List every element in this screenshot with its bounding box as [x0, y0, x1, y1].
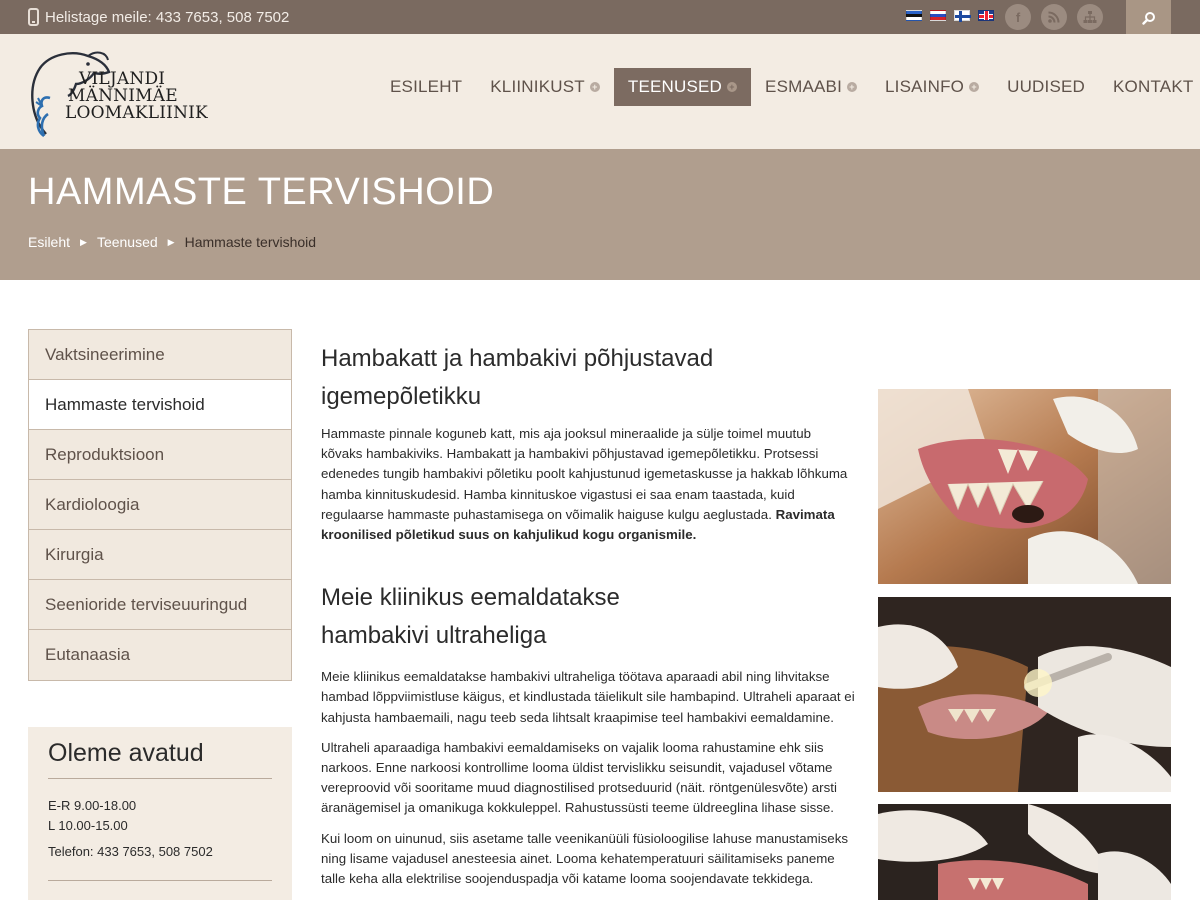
article-paragraph-1: Hammaste pinnale koguneb katt, mis aja j… — [321, 424, 856, 545]
main-navigation: ESILEHT KLIINIKUST + TEENUSED + ESMAABI + L… — [376, 68, 1200, 106]
nav-item-lisainfo[interactable]: LISAINFO + — [871, 68, 993, 106]
nav-item-uudised[interactable]: UUDISED — [993, 68, 1099, 106]
social-links: f — [1005, 4, 1103, 30]
paragraph-1-text: Hammaste pinnale koguneb katt, mis aja j… — [321, 426, 848, 522]
ultrasonic-cleaning-photo — [878, 597, 1171, 792]
nav-item-teenused[interactable]: TEENUSED + — [613, 68, 752, 106]
clinic-logo[interactable]: VILJANDI MÄNNIMÄE LOOMAKLIINIK — [26, 46, 208, 141]
opening-hours-title: Oleme avatud — [48, 739, 272, 779]
breadcrumb-arrow-icon: ▶ — [167, 236, 175, 247]
side-item-eutanaasia[interactable]: Eutanaasia — [29, 630, 291, 680]
nav-label: UUDISED — [1007, 77, 1086, 96]
estonian-flag-icon[interactable] — [906, 10, 922, 21]
nav-label: ESMAABI — [765, 77, 843, 96]
submenu-plus-icon: + — [727, 82, 738, 92]
side-item-vaktsineerimine[interactable]: Vaktsineerimine — [29, 330, 291, 380]
services-side-menu: Vaktsineerimine Hammaste tervishoid Repr… — [28, 329, 292, 681]
phone-text: Helistage meile: 433 7653, 508 7502 — [45, 8, 290, 26]
breadcrumb-link-home[interactable]: Esileht — [28, 234, 70, 250]
language-switcher — [906, 10, 994, 22]
contact-phone: Helistage meile: 433 7653, 508 7502 — [28, 0, 289, 34]
article-paragraph-3: Ultraheli aparaadiga hambakivi eemaldami… — [321, 739, 837, 816]
article-content: Hambakatt ja hambakivi põhjustavad igeme… — [321, 340, 856, 889]
russian-flag-icon[interactable] — [930, 10, 946, 21]
article-paragraph-2: Meie kliinikus eemaldatakse hambakivi ul… — [321, 669, 855, 725]
facebook-icon[interactable]: f — [1005, 4, 1031, 30]
submenu-plus-icon: + — [847, 82, 858, 92]
nav-item-kontakt[interactable]: KONTAKT — [1099, 68, 1200, 106]
breadcrumb-arrow-icon: ▶ — [80, 236, 87, 247]
nav-label: KLIINIKUST — [490, 77, 585, 96]
breadcrumb-link-services[interactable]: Teenused — [97, 234, 158, 250]
article-heading-1: Hambakatt ja hambakivi põhjustavad igeme… — [321, 345, 714, 410]
top-bar: Helistage meile: 433 7653, 508 7502 f — [0, 0, 1200, 41]
side-item-kirurgia[interactable]: Kirurgia — [29, 530, 291, 580]
finnish-flag-icon[interactable] — [954, 10, 971, 22]
nav-label: KONTAKT — [1113, 77, 1194, 96]
breadcrumb: Esileht ▶ Teenused ▶ Hammaste tervishoid — [28, 234, 316, 250]
submenu-plus-icon: + — [589, 82, 600, 92]
submenu-plus-icon: + — [969, 82, 980, 92]
side-item-hammaste-tervishoid[interactable]: Hammaste tervishoid — [29, 380, 291, 430]
logo-line-3: LOOMAKLIINIK — [65, 103, 208, 123]
logo-text: VILJANDI MÄNNIMÄE LOOMAKLIINIK — [65, 71, 208, 122]
dog-teeth-photo — [878, 389, 1171, 584]
breadcrumb-current: Hammaste tervishoid — [184, 234, 317, 250]
nav-item-kliinikust[interactable]: KLIINIKUST + — [476, 68, 614, 106]
article-paragraph-4: Kui loom on uinunud, siis asetame talle … — [321, 830, 848, 887]
page-title: HAMMASTE TERVISHOID — [28, 171, 495, 213]
uk-flag-icon[interactable] — [978, 10, 994, 21]
search-icon — [1141, 11, 1155, 25]
nav-label: ESILEHT — [390, 77, 463, 96]
nav-label: LISAINFO — [885, 77, 965, 96]
nav-label: TEENUSED — [627, 77, 723, 96]
mobile-phone-icon — [28, 8, 39, 26]
hours-weekdays: E-R 9.00-18.00 — [48, 798, 137, 813]
site-header: VILJANDI MÄNNIMÄE LOOMAKLIINIK ESILEHT K… — [0, 34, 1200, 149]
nav-item-esmaabi[interactable]: ESMAABI + — [751, 68, 871, 106]
side-item-reproduktsioon[interactable]: Reproduktsioon — [29, 430, 291, 480]
hours-phone: Telefon: 433 7653, 508 7502 — [48, 842, 272, 881]
opening-hours-box: Oleme avatud E-R 9.00-18.00 L 10.00-15.0… — [28, 727, 292, 900]
dental-procedure-photo — [878, 804, 1171, 900]
page-banner: HAMMASTE TERVISHOID Esileht ▶ Teenused ▶… — [0, 149, 1200, 280]
rss-icon[interactable] — [1041, 4, 1067, 30]
side-item-seenioride-terviseuuringud[interactable]: Seenioride terviseuuringud — [29, 580, 291, 630]
side-item-kardioloogia[interactable]: Kardioloogia — [29, 480, 291, 530]
hours-saturday: L 10.00-15.00 — [48, 818, 128, 833]
nav-item-esileht[interactable]: ESILEHT — [376, 68, 476, 106]
article-heading-2: Meie kliinikus eemaldatakse hambakivi ul… — [321, 584, 620, 650]
sitemap-icon[interactable] — [1077, 4, 1103, 30]
